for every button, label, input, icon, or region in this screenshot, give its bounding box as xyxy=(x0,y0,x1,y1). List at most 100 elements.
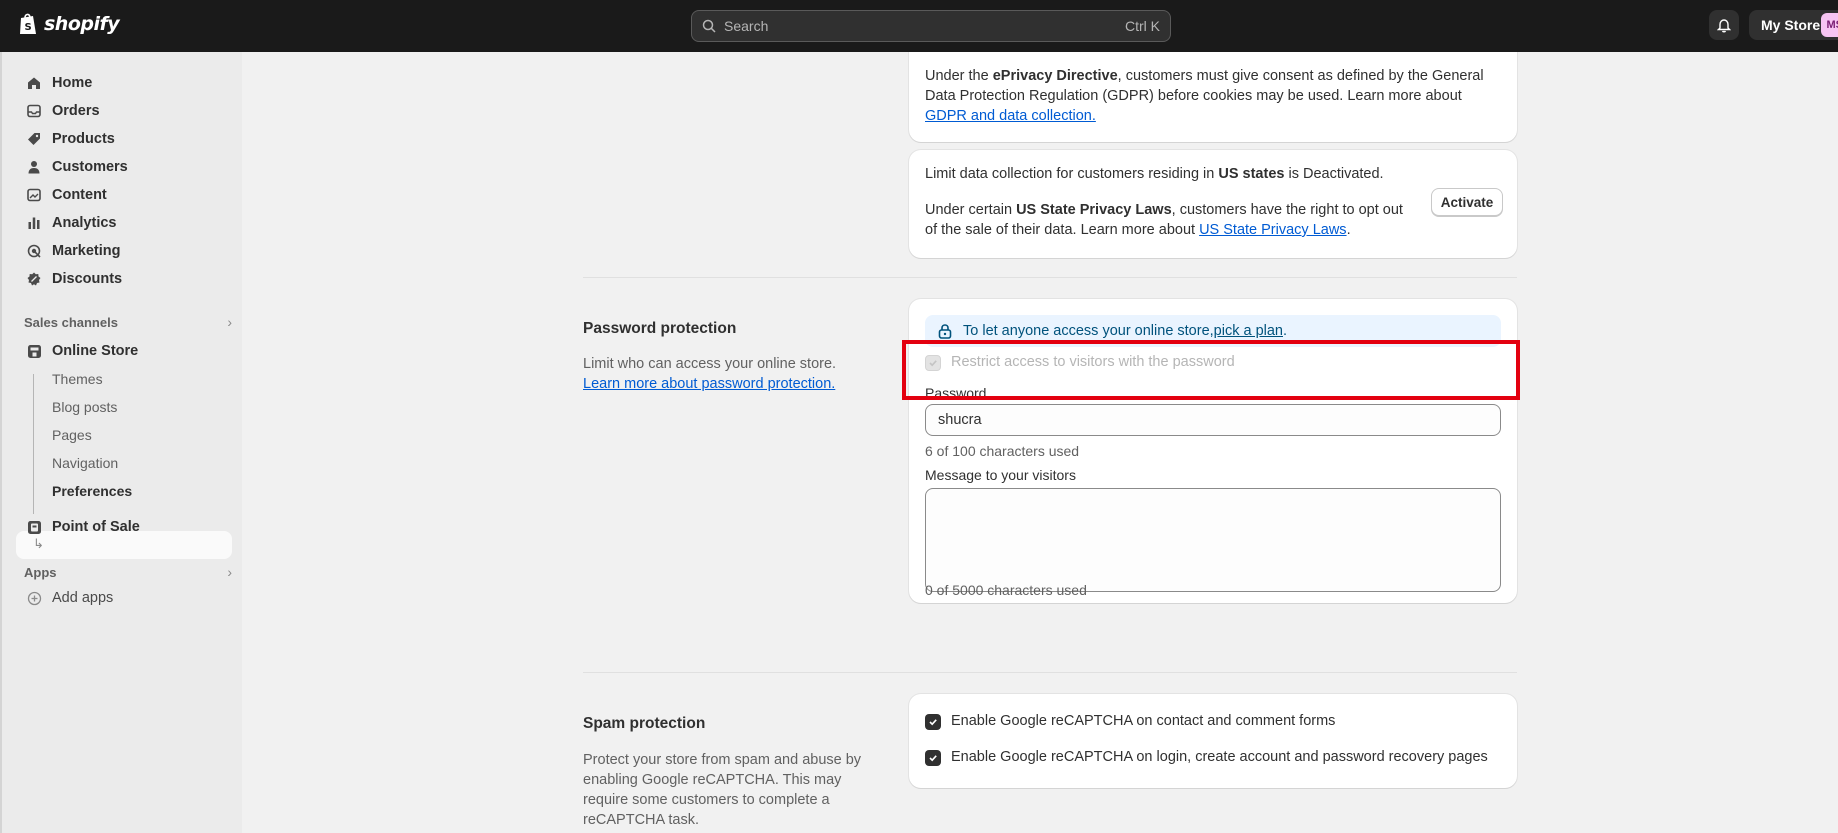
spam-card: Enable Google reCAPTCHA on contact and c… xyxy=(909,694,1517,788)
section-divider xyxy=(583,277,1517,278)
banner-post: . xyxy=(1283,323,1288,339)
svg-text:S: S xyxy=(25,22,32,33)
inbox-icon xyxy=(26,103,42,119)
shopify-bag-icon: S xyxy=(20,13,36,34)
password-section-title: Password protection xyxy=(583,320,737,337)
us-post: is Deactivated. xyxy=(1284,166,1384,182)
message-textarea[interactable] xyxy=(925,488,1501,592)
us-laws-link[interactable]: US State Privacy Laws xyxy=(1199,222,1346,238)
search-bar[interactable]: Search Ctrl K xyxy=(691,10,1171,42)
password-char-count: 6 of 100 characters used xyxy=(925,443,1080,459)
sidebar-item-analytics[interactable]: Analytics xyxy=(16,210,232,236)
us-pre: Limit data collection for customers resi… xyxy=(925,166,1219,182)
sidebar-item-customers[interactable]: Customers xyxy=(16,154,232,180)
recaptcha-forms-label: Enable Google reCAPTCHA on contact and c… xyxy=(951,713,1336,729)
banner-text: To let anyone access your online store, xyxy=(963,323,1214,339)
sidebar-item-orders[interactable]: Orders xyxy=(16,98,232,124)
chevron-right-icon: › xyxy=(227,314,232,330)
sidebar-item-label: Products xyxy=(52,131,115,147)
sidebar-subitem-preferences-label: Preferences xyxy=(52,483,133,499)
recaptcha-forms-checkbox[interactable] xyxy=(925,714,941,730)
person-icon xyxy=(26,159,42,175)
target-icon xyxy=(26,243,42,259)
highlight-box xyxy=(902,340,1520,400)
sales-channels-header[interactable]: Sales channels › xyxy=(24,314,232,330)
check-icon xyxy=(929,755,937,762)
check-icon xyxy=(929,719,937,726)
eprivacy-pre: Under the xyxy=(925,68,993,84)
spam-section-title: Spam protection xyxy=(583,715,706,732)
notifications-button[interactable] xyxy=(1709,10,1739,40)
sidebar-subitem-themes[interactable]: Themes xyxy=(52,371,103,387)
sidebar-item-label: Orders xyxy=(52,103,100,119)
sidebar-item-marketing[interactable]: Marketing xyxy=(16,238,232,264)
shopify-logo[interactable]: S shopify xyxy=(18,12,120,36)
sidebar-item-label: Customers xyxy=(52,159,128,175)
brand-name: shopify xyxy=(44,13,120,35)
gdpr-link[interactable]: GDPR and data collection. xyxy=(925,108,1096,124)
sidebar-item-products[interactable]: Products xyxy=(16,126,232,152)
us-laws-bold: US State Privacy Laws xyxy=(1016,202,1172,218)
tag-icon xyxy=(26,131,42,147)
pick-a-plan-link[interactable]: pick a plan xyxy=(1214,323,1283,339)
sidebar-item-label: Home xyxy=(52,75,93,91)
sidebar-item-content[interactable]: Content xyxy=(16,182,232,208)
store-name: My Store xyxy=(1761,17,1821,33)
password-desc-text: Limit who can access your online store. xyxy=(583,356,837,372)
sidebar-item-label: Add apps xyxy=(52,590,114,606)
message-char-count: 0 of 5000 characters used xyxy=(925,582,1087,598)
sidebar-item-label: Online Store xyxy=(52,343,139,359)
top-bar: S shopify Search Ctrl K My Store MS xyxy=(0,0,1838,52)
us-privacy-card: Limit data collection for customers resi… xyxy=(909,150,1517,258)
lock-icon xyxy=(938,324,952,339)
sidebar-item-label: Analytics xyxy=(52,215,117,231)
apps-header[interactable]: Apps › xyxy=(24,564,232,580)
sidebar-item-point-of-sale[interactable]: Point of Sale xyxy=(16,514,232,540)
search-placeholder: Search xyxy=(724,18,769,34)
sidebar-item-label: Content xyxy=(52,187,107,203)
activate-button[interactable]: Activate xyxy=(1431,188,1503,216)
image-icon xyxy=(26,187,42,203)
recaptcha-login-checkbox[interactable] xyxy=(925,750,941,766)
main-content: Under the ePrivacy Directive, customers … xyxy=(242,52,1838,833)
recaptcha-login-label: Enable Google reCAPTCHA on login, create… xyxy=(951,749,1488,765)
password-input[interactable]: shucra xyxy=(925,404,1501,436)
avatar: MS xyxy=(1821,13,1838,37)
password-section-desc: Limit who can access your online store. … xyxy=(583,354,873,394)
home-icon xyxy=(26,75,42,91)
sidebar-item-online-store[interactable]: Online Store xyxy=(16,338,232,364)
sidebar-item-home[interactable]: Home xyxy=(16,70,232,96)
eprivacy-bold: ePrivacy Directive xyxy=(992,68,1118,84)
sidebar-item-label: Marketing xyxy=(52,243,121,259)
pos-icon xyxy=(26,519,42,535)
password-learn-more-link[interactable]: Learn more about password protection. xyxy=(583,376,835,392)
bell-icon xyxy=(1717,18,1731,32)
sales-channels-label: Sales channels xyxy=(24,314,118,330)
sidebar-item-add-apps[interactable]: Add apps xyxy=(16,585,232,611)
eprivacy-text: Under the ePrivacy Directive, customers … xyxy=(925,66,1505,126)
search-shortcut: Ctrl K xyxy=(1125,18,1160,34)
sidebar-item-discounts[interactable]: Discounts xyxy=(16,266,232,292)
sidebar-subitem-pages[interactable]: Pages xyxy=(52,427,92,443)
tree-line xyxy=(33,374,34,514)
sidebar-subitem-blog-posts[interactable]: Blog posts xyxy=(52,399,117,415)
apps-label: Apps xyxy=(24,564,57,580)
us-laws-pre: Under certain xyxy=(925,202,1017,218)
sidebar-subitem-navigation[interactable]: Navigation xyxy=(52,455,118,471)
plus-circle-icon xyxy=(26,590,42,606)
spam-section-desc: Protect your store from spam and abuse b… xyxy=(583,752,862,828)
store-menu-button[interactable]: My Store MS xyxy=(1749,10,1838,40)
bar-chart-icon xyxy=(26,215,42,231)
discount-icon xyxy=(26,271,42,287)
us-laws-text: Under certain US State Privacy Laws, cus… xyxy=(925,200,1405,240)
message-label: Message to your visitors xyxy=(925,467,1076,483)
search-icon xyxy=(702,19,716,33)
sidebar-item-label: Discounts xyxy=(52,271,123,287)
eprivacy-card: Under the ePrivacy Directive, customers … xyxy=(909,52,1517,142)
us-bold: US states xyxy=(1218,166,1285,182)
store-icon xyxy=(26,343,42,359)
us-status-text: Limit data collection for customers resi… xyxy=(925,164,1405,184)
section-divider xyxy=(583,672,1517,673)
sidebar: Home Orders Products Customers Content A… xyxy=(0,52,242,833)
us-laws-post: . xyxy=(1346,222,1351,238)
